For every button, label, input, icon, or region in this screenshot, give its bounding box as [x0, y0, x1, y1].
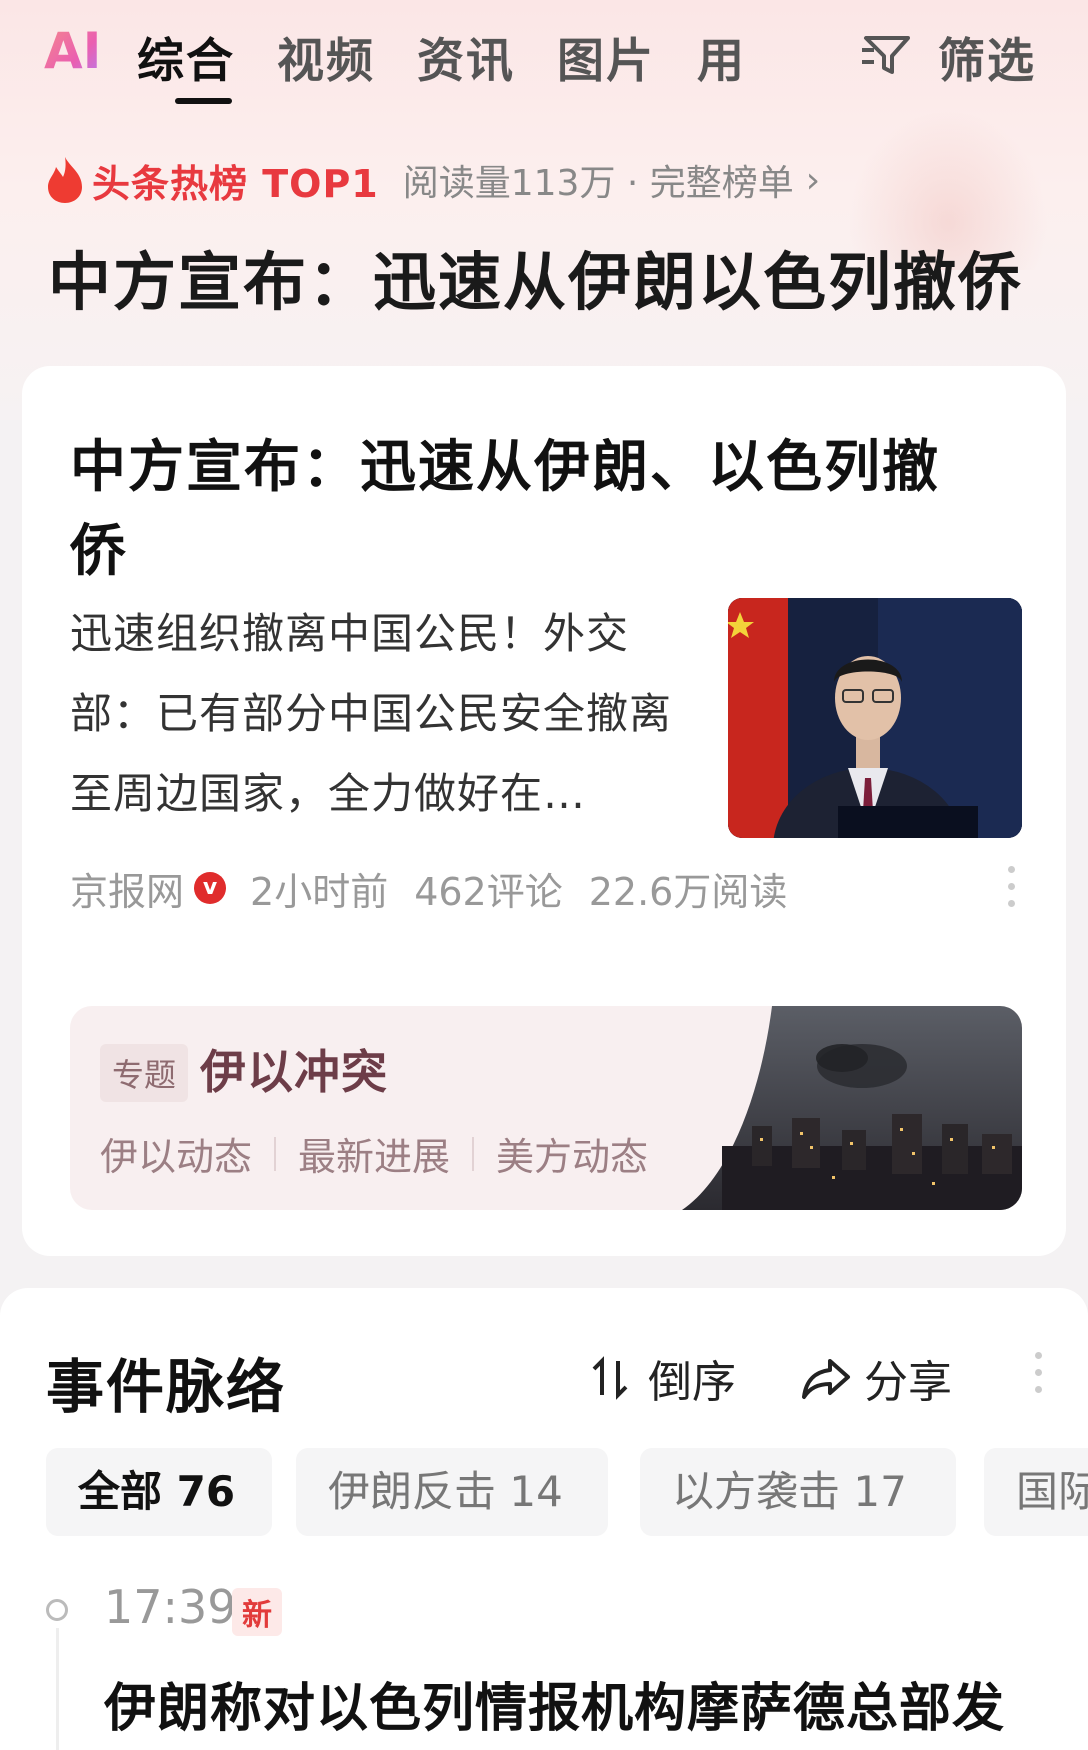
tab-comprehensive[interactable]: 综合 [137, 22, 235, 91]
topic-link-1[interactable]: 伊以动态 [100, 1126, 252, 1181]
timeline-line [56, 1628, 59, 1750]
article-thumbnail[interactable] [728, 598, 1022, 838]
ai-tab[interactable]: AI [44, 22, 101, 80]
article-summary[interactable]: 迅速组织撤离中国公民！外交部：已有部分中国公民安全撤离至周边国家，全力做好在… [70, 594, 710, 834]
section-title: 事件脉络 [46, 1353, 287, 1421]
sort-button[interactable]: 倒序 [588, 1346, 736, 1410]
page-title: 中方宣布：迅速从伊朗以色列撤侨 [48, 246, 1023, 319]
hot-rank-meta: 阅读量113万 · 完整榜单 [402, 163, 794, 204]
hot-rank-title: 头条热榜 TOP1 [92, 161, 379, 206]
hot-rank-line[interactable]: 头条热榜 TOP1 阅读量113万 · 完整榜单 › [44, 150, 820, 210]
topic-links: 伊以动态 最新进展 美方动态 [100, 1126, 648, 1181]
chip-all[interactable]: 全部 76 [46, 1448, 272, 1536]
tab-images[interactable]: 图片 [557, 22, 655, 91]
more-icon[interactable] [1007, 866, 1017, 910]
filter-icon[interactable] [860, 30, 920, 80]
topic-link-3[interactable]: 美方动态 [496, 1126, 648, 1181]
topic-block[interactable]: 专题 伊以冲突 伊以动态 最新进展 美方动态 [70, 1006, 1022, 1210]
sort-label: 倒序 [648, 1357, 736, 1408]
comment-count: 462评论 [414, 869, 563, 914]
chip-israel-strike[interactable]: 以方袭击 17 [640, 1448, 956, 1536]
tab-news[interactable]: 资讯 [417, 22, 515, 91]
event-headline[interactable]: 伊朗称对以色列情报机构摩萨德总部发 [104, 1666, 1005, 1741]
tab-video[interactable]: 视频 [277, 22, 375, 91]
event-time: 17:39 [104, 1580, 237, 1634]
article-card[interactable]: 中方宣布：迅速从伊朗、以色列撤侨 迅速组织撤离中国公民！外交部：已有部分中国公民… [22, 366, 1066, 1256]
verified-icon: v [194, 872, 227, 904]
active-tab-indicator [175, 98, 232, 104]
more-icon[interactable] [1034, 1352, 1044, 1396]
article-meta: 京报网 v 2小时前 462评论 22.6万阅读 [70, 858, 787, 918]
filter-button[interactable]: 筛选 [938, 22, 1036, 91]
publish-time: 2小时前 [250, 869, 389, 914]
source-name[interactable]: 京报网 [70, 861, 184, 916]
sort-icon [592, 1356, 628, 1400]
tab-users[interactable]: 用 [697, 22, 746, 91]
topic-link-2[interactable]: 最新进展 [298, 1126, 450, 1181]
chip-international[interactable]: 国际 [984, 1448, 1088, 1536]
share-icon [802, 1359, 850, 1399]
topic-title[interactable]: 伊以冲突 [200, 1036, 388, 1102]
new-badge: 新 [232, 1588, 282, 1636]
topic-tag: 专题 [100, 1044, 189, 1102]
chevron-right-icon: › [805, 159, 821, 201]
event-filter-chips: 全部 76 伊朗反击 14 以方袭击 17 国际 [46, 1448, 1088, 1538]
event-timeline-section: 事件脉络 倒序 分享 全部 76 伊朗反击 14 以方袭击 17 国际 17:3… [0, 1288, 1088, 1750]
article-title[interactable]: 中方宣布：迅速从伊朗、以色列撤侨 [70, 426, 970, 594]
share-label: 分享 [864, 1357, 952, 1408]
share-button[interactable]: 分享 [800, 1346, 952, 1410]
top-nav: AI 综合 视频 资讯 图片 用 筛选 [0, 0, 1088, 110]
topic-image [682, 1006, 1022, 1210]
flame-icon [48, 157, 82, 203]
read-count: 22.6万阅读 [588, 869, 788, 914]
chip-iran-counterattack[interactable]: 伊朗反击 14 [296, 1448, 608, 1536]
timeline-dot [46, 1599, 68, 1621]
